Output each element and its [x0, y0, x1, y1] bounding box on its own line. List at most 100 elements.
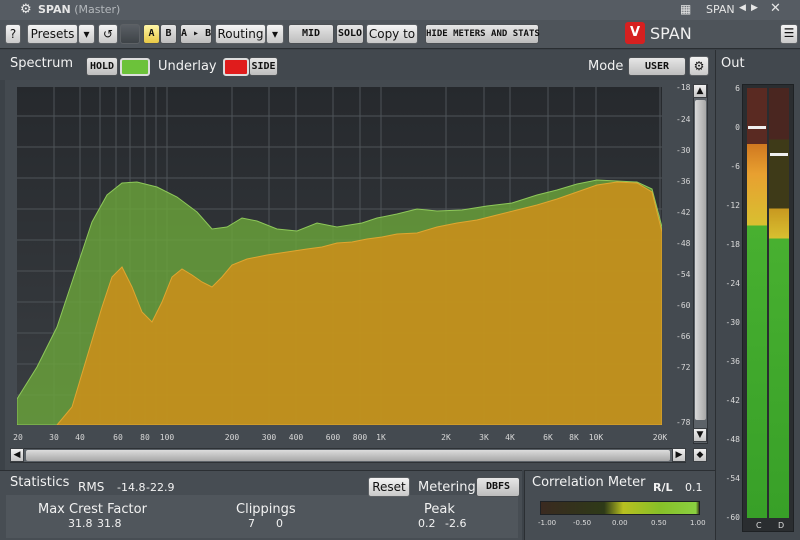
- x-tick: 400: [288, 433, 304, 442]
- scroll-left-button[interactable]: ◀: [10, 448, 24, 462]
- x-tick: 30: [49, 433, 59, 442]
- out-tick: -60: [725, 513, 740, 522]
- redo-button[interactable]: [120, 24, 140, 44]
- mode-settings-icon[interactable]: ⚙: [689, 56, 709, 76]
- y-tick: -78: [676, 418, 691, 427]
- title-bar: ⚙ SPAN (Master) ▦ SPAN ◀ ▶ ✕: [0, 0, 800, 20]
- peak-right-value: -2.6: [445, 517, 467, 530]
- x-tick: 40: [75, 433, 85, 442]
- out-tick: -24: [725, 279, 740, 288]
- out-channel-label: D: [778, 521, 785, 530]
- out-tick: -12: [725, 201, 740, 210]
- out-tick: -36: [725, 357, 740, 366]
- correlation-tick: 1.00: [690, 519, 706, 527]
- presets-button[interactable]: Presets: [27, 24, 78, 44]
- x-tick: 20: [13, 433, 23, 442]
- mode-label: Mode: [588, 59, 624, 74]
- gear-icon[interactable]: ⚙: [20, 3, 34, 17]
- out-peak-right: [770, 153, 788, 156]
- side-button[interactable]: SIDE: [249, 57, 278, 76]
- y-tick: -54: [676, 270, 691, 279]
- x-tick: 10K: [588, 433, 604, 442]
- correlation-bar: [540, 501, 700, 515]
- x-tick: 8K: [569, 433, 579, 442]
- out-peak-left: [748, 126, 766, 129]
- side-color-swatch[interactable]: [223, 58, 249, 76]
- clippings-right-value: 0: [276, 517, 283, 530]
- ab-b-button[interactable]: B: [160, 24, 177, 44]
- metering-label: Metering: [418, 480, 476, 495]
- x-tick: 2K: [441, 433, 451, 442]
- help-button[interactable]: ?: [5, 24, 21, 44]
- crest-right-value: 31.8: [97, 517, 122, 530]
- routing-dropdown[interactable]: ▾: [266, 24, 284, 44]
- x-tick: 200: [224, 433, 240, 442]
- statistics-title: Statistics: [10, 475, 70, 490]
- out-tick: 6: [735, 84, 740, 93]
- solo-button[interactable]: SOLO: [336, 24, 364, 44]
- y-tick: -48: [676, 239, 691, 248]
- scroll-up-button[interactable]: ▲: [693, 84, 707, 98]
- y-tick: -36: [676, 177, 691, 186]
- out-tick: 0: [735, 123, 740, 132]
- close-icon[interactable]: ✕: [770, 1, 781, 16]
- routing-button[interactable]: Routing: [215, 24, 266, 44]
- y-tick: -42: [676, 208, 691, 217]
- crest-label: Max Crest Factor: [38, 502, 147, 517]
- peak-label: Peak: [424, 502, 455, 517]
- presets-dropdown[interactable]: ▾: [78, 24, 95, 44]
- x-tick: 60: [113, 433, 123, 442]
- spectrum-plot: [17, 87, 662, 425]
- spectrum-tab[interactable]: Spectrum: [10, 56, 73, 71]
- rms-left-value: -14.8: [117, 481, 146, 494]
- zoom-reset-button[interactable]: ◆: [693, 448, 707, 462]
- prev-arrow-icon[interactable]: ◀: [739, 3, 746, 13]
- out-title: Out: [721, 56, 745, 71]
- undo-button[interactable]: ↺: [98, 24, 118, 44]
- y-tick: -72: [676, 363, 691, 372]
- y-tick: -30: [676, 146, 691, 155]
- out-channel-label: C: [756, 521, 762, 530]
- hold-color-swatch[interactable]: [120, 58, 150, 76]
- menu-button[interactable]: ☰: [780, 24, 798, 44]
- ab-a-button[interactable]: A: [143, 24, 160, 44]
- mid-button[interactable]: MID: [288, 24, 334, 44]
- out-meter-left: [747, 88, 767, 518]
- y-tick: -66: [676, 332, 691, 341]
- out-tick: -30: [725, 318, 740, 327]
- copy-to-button[interactable]: Copy to: [366, 24, 418, 44]
- y-tick: -18: [676, 83, 691, 92]
- hold-button[interactable]: HOLD: [86, 57, 118, 76]
- rl-label: R/L: [653, 481, 673, 494]
- x-tick: 4K: [505, 433, 515, 442]
- rms-right-value: -22.9: [146, 481, 175, 494]
- voxengo-logo: V: [625, 22, 645, 44]
- scroll-right-button[interactable]: ▶: [672, 448, 686, 462]
- y-tick: -24: [676, 115, 691, 124]
- x-tick: 80: [140, 433, 150, 442]
- out-tick: -54: [725, 474, 740, 483]
- x-tick: 100: [159, 433, 175, 442]
- clippings-left-value: 7: [248, 517, 255, 530]
- scroll-down-button[interactable]: ▼: [693, 428, 707, 442]
- reset-button[interactable]: Reset: [368, 477, 410, 497]
- out-tick: -48: [725, 435, 740, 444]
- correlation-tick: 0.50: [651, 519, 667, 527]
- grid-icon[interactable]: ▦: [680, 2, 691, 16]
- crest-left-value: 31.8: [68, 517, 93, 530]
- correlation-title: Correlation Meter: [532, 475, 646, 490]
- x-tick: 3K: [479, 433, 489, 442]
- out-tick: -18: [725, 240, 740, 249]
- y-tick: -60: [676, 301, 691, 310]
- rl-value: 0.1: [685, 481, 703, 494]
- vertical-scroll-thumb[interactable]: [695, 100, 706, 420]
- rms-label: RMS: [78, 480, 105, 494]
- hide-meters-button[interactable]: HIDE METERS AND STATS: [425, 24, 540, 44]
- horizontal-scroll-thumb[interactable]: [26, 450, 670, 461]
- correlation-tick: 0.00: [612, 519, 628, 527]
- x-tick: 1K: [376, 433, 386, 442]
- next-arrow-icon[interactable]: ▶: [751, 3, 758, 13]
- metering-select[interactable]: DBFS: [476, 477, 520, 497]
- ab-copy-button[interactable]: A ▸ B: [180, 24, 212, 44]
- mode-select[interactable]: USER: [628, 57, 686, 76]
